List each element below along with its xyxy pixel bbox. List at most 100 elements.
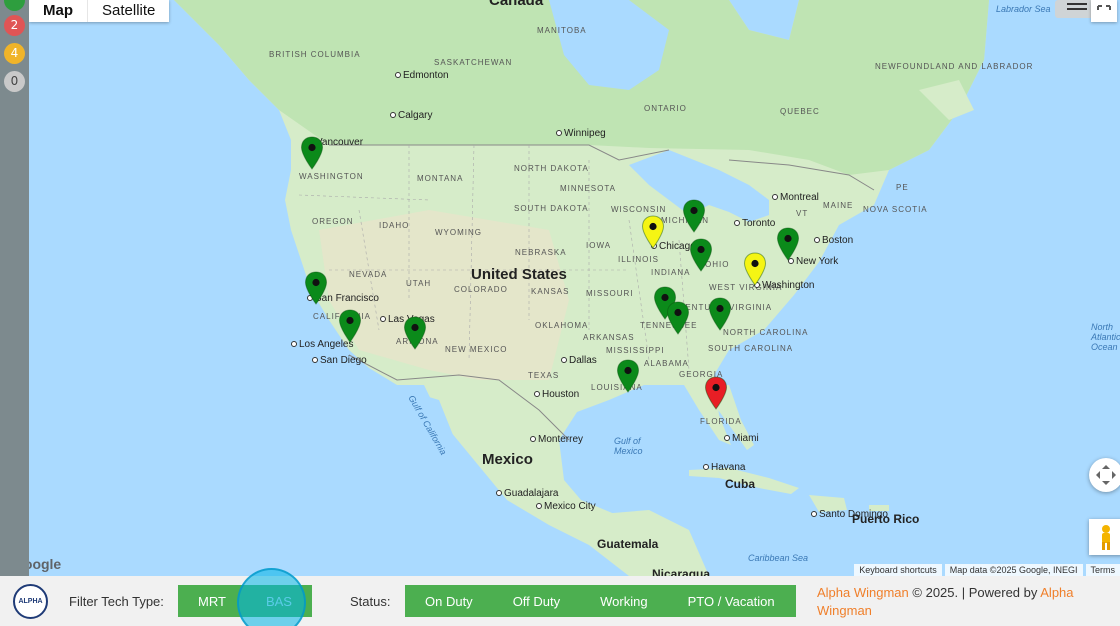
label-nevada: NEVADA: [349, 270, 388, 279]
city-boston: Boston: [814, 235, 853, 246]
map-canvas[interactable]: Canada United States Mexico Cuba Puerto …: [29, 0, 1120, 576]
label-saskatchewan: SASKATCHEWAN: [434, 58, 513, 67]
map-data-credit: Map data ©2025 Google, INEGI: [944, 564, 1083, 576]
footer-credits: Alpha Wingman © 2025. | Powered by Alpha…: [817, 584, 1107, 620]
water-labrador-sea: Labrador Sea: [996, 4, 1051, 14]
marker-new-york[interactable]: [776, 227, 800, 261]
satellite-view-button[interactable]: Satellite: [87, 0, 170, 22]
count-badge-red[interactable]: 2: [4, 15, 25, 36]
label-oklahoma: OKLAHOMA: [535, 321, 589, 330]
tech-mrt-button[interactable]: MRT: [178, 585, 246, 617]
map-pin-icon: [641, 215, 665, 249]
city-edmonton: Edmonton: [395, 70, 449, 81]
city-toronto: Toronto: [734, 218, 775, 229]
marker-michigan[interactable]: [682, 199, 706, 233]
label-nebraska: NEBRASKA: [515, 248, 567, 257]
map-pin-icon: [704, 376, 728, 410]
city-san-diego: San Diego: [312, 355, 367, 366]
status-button-group: On Duty Off Duty Working PTO / Vacation: [405, 585, 796, 617]
map-pin-icon: [300, 136, 324, 170]
label-texas: TEXAS: [528, 371, 560, 380]
count-badge-green[interactable]: [4, 0, 25, 11]
label-british-columbia: BRITISH COLUMBIA: [269, 50, 361, 59]
label-nova-scotia: NOVA SCOTIA: [863, 205, 928, 214]
map-pin-icon: [338, 309, 362, 343]
map-pin-icon: [743, 252, 767, 286]
label-north-carolina: NORTH CAROLINA: [723, 328, 809, 337]
map-basemap: [174, 0, 989, 576]
city-monterrey: Monterrey: [530, 434, 583, 445]
map-pin-icon: [616, 359, 640, 393]
marker-north-carolina[interactable]: [708, 297, 732, 331]
fullscreen-button[interactable]: [1091, 0, 1117, 22]
marker-florida[interactable]: [704, 376, 728, 410]
label-guatemala: Guatemala: [597, 537, 659, 551]
street-view-pegman-button[interactable]: [1089, 519, 1120, 555]
label-pei: PE: [896, 183, 909, 192]
label-minnesota: MINNESOTA: [560, 184, 616, 193]
label-washington-state: WASHINGTON: [299, 172, 364, 181]
app-root: 2 4 0 Canada United States Mexico Cuba P…: [0, 0, 1120, 626]
map-pin-icon: [666, 301, 690, 335]
map-pin-icon: [708, 297, 732, 331]
label-new-mexico: NEW MEXICO: [445, 345, 508, 354]
city-miami: Miami: [724, 433, 759, 444]
label-south-carolina: SOUTH CAROLINA: [708, 344, 794, 353]
status-on-duty-button[interactable]: On Duty: [405, 585, 493, 617]
label-manitoba: MANITOBA: [537, 26, 587, 35]
marker-phoenix[interactable]: [403, 316, 427, 350]
status-off-duty-button[interactable]: Off Duty: [492, 585, 581, 617]
marker-los-angeles[interactable]: [338, 309, 362, 343]
label-oregon: OREGON: [312, 217, 354, 226]
count-badge-grey[interactable]: 0: [4, 71, 25, 92]
label-mexico: Mexico: [482, 451, 533, 468]
label-south-dakota: SOUTH DAKOTA: [514, 204, 589, 213]
marker-tennessee[interactable]: [666, 301, 690, 335]
marker-ohio[interactable]: [689, 238, 713, 272]
filter-tech-type-label: Filter Tech Type:: [69, 594, 164, 609]
label-florida: FLORIDA: [700, 417, 742, 426]
keyboard-shortcuts-link[interactable]: Keyboard shortcuts: [854, 564, 942, 576]
label-quebec: QUEBEC: [780, 107, 820, 116]
label-missouri: MISSOURI: [586, 289, 634, 298]
label-utah: UTAH: [406, 279, 432, 288]
label-wyoming: WYOMING: [435, 228, 482, 237]
pegman-icon: [1102, 525, 1110, 550]
status-working-button[interactable]: Working: [580, 585, 668, 617]
label-newfoundland: NEWFOUNDLAND AND LABRADOR: [875, 62, 1034, 71]
water-gulf-of-mexico: Gulf of Mexico: [614, 436, 643, 456]
google-logo: Google: [29, 556, 62, 572]
terms-link[interactable]: Terms: [1085, 564, 1120, 576]
label-north-dakota: NORTH DAKOTA: [514, 164, 589, 173]
label-canada: Canada: [489, 0, 544, 9]
city-calgary: Calgary: [390, 110, 432, 121]
status-label: Status:: [350, 594, 391, 609]
alpha-wingman-link[interactable]: Alpha Wingman: [817, 585, 909, 600]
city-mexico-city: Mexico City: [536, 501, 596, 512]
filter-footer: ALPHA Filter Tech Type: MRT BAS Status: …: [0, 568, 1120, 626]
label-colorado: COLORADO: [454, 285, 508, 294]
tech-type-button-group: MRT BAS: [178, 585, 312, 617]
marker-chicago[interactable]: [641, 215, 665, 249]
marker-seattle[interactable]: [300, 136, 324, 170]
label-idaho: IDAHO: [379, 221, 410, 230]
label-montana: MONTANA: [417, 174, 464, 183]
label-nicaragua: Nicaragua: [652, 567, 711, 576]
map-pin-icon: [776, 227, 800, 261]
map-view-button[interactable]: Map: [29, 0, 87, 22]
label-cuba: Cuba: [725, 477, 755, 491]
status-pto-button[interactable]: PTO / Vacation: [667, 585, 795, 617]
marker-louisiana[interactable]: [616, 359, 640, 393]
camera-control-button[interactable]: [1089, 458, 1120, 492]
label-united-states: United States: [471, 266, 567, 283]
water-caribbean-sea: Caribbean Sea: [748, 553, 809, 563]
label-kansas: KANSAS: [531, 287, 570, 296]
city-montreal: Montreal: [772, 192, 819, 203]
city-houston: Houston: [534, 389, 579, 400]
marker-san-francisco[interactable]: [304, 271, 328, 305]
tech-bas-button[interactable]: BAS: [245, 585, 312, 617]
city-havana: Havana: [703, 462, 745, 473]
count-badge-yellow[interactable]: 4: [4, 43, 25, 64]
water-north-atlantic: North Atlantic Ocean: [1091, 322, 1120, 352]
marker-washington-dc[interactable]: [743, 252, 767, 286]
